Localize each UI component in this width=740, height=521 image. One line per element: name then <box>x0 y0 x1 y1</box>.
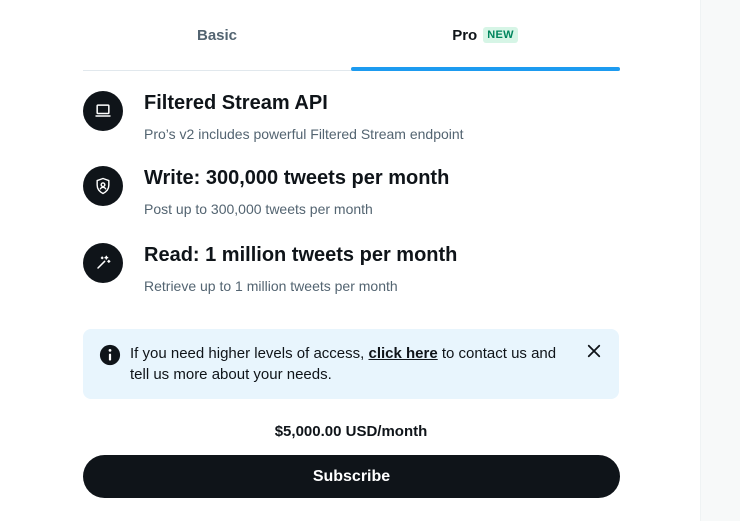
close-icon[interactable] <box>585 342 603 360</box>
feature-title: Filtered Stream API <box>144 92 328 114</box>
shield-person-icon <box>83 166 123 206</box>
magic-wand-icon <box>83 243 123 283</box>
side-panel <box>700 0 740 521</box>
tab-pro-label: Pro <box>452 26 478 44</box>
feature-description: Post up to 300,000 tweets per month <box>144 201 373 217</box>
feature-read: Read: 1 million tweets per month Retriev… <box>83 243 623 313</box>
tab-basic-label: Basic <box>196 26 238 44</box>
subscribe-button[interactable]: Subscribe <box>83 455 620 498</box>
new-badge: NEW <box>483 27 518 43</box>
access-notice: If you need higher levels of access, cli… <box>83 329 619 399</box>
tab-basic[interactable]: Basic <box>83 0 351 70</box>
contact-link[interactable]: click here <box>368 345 437 362</box>
feature-write: Write: 300,000 tweets per month Post up … <box>83 166 623 236</box>
info-icon <box>99 344 121 366</box>
notice-text: If you need higher levels of access, cli… <box>130 343 570 385</box>
feature-description: Pro’s v2 includes powerful Filtered Stre… <box>144 126 464 142</box>
feature-description: Retrieve up to 1 million tweets per mont… <box>144 278 398 294</box>
tab-pro[interactable]: Pro NEW <box>351 0 619 70</box>
feature-title: Read: 1 million tweets per month <box>144 244 458 266</box>
active-tab-indicator <box>351 67 620 71</box>
feature-filtered-stream: Filtered Stream API Pro’s v2 includes po… <box>83 91 623 161</box>
feature-title: Write: 300,000 tweets per month <box>144 167 450 189</box>
laptop-icon <box>83 91 123 131</box>
notice-text-before: If you need higher levels of access, <box>130 345 369 362</box>
plan-tabs: Basic Pro NEW <box>83 0 620 71</box>
price-label: $5,000.00 USD/month <box>274 423 428 440</box>
